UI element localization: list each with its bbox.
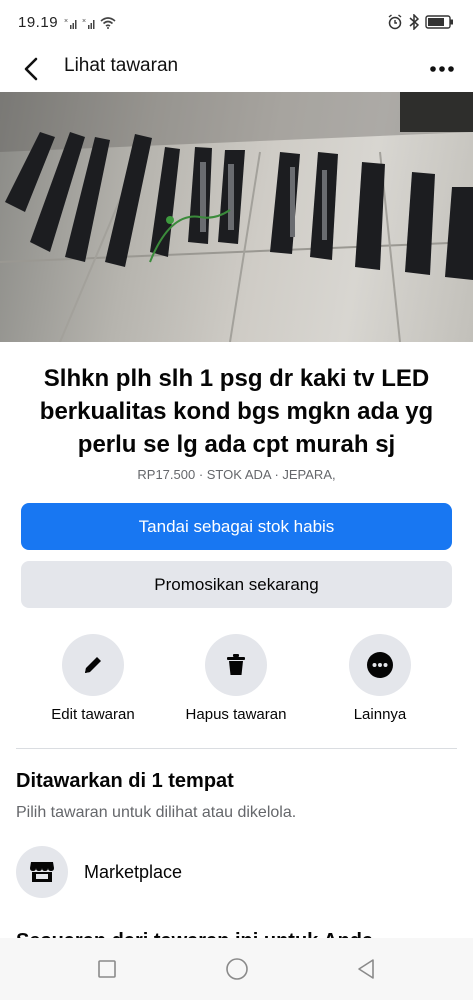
listing-photo-carousel[interactable]: [0, 92, 473, 342]
more-dots-icon: [430, 66, 454, 72]
recent-apps-button[interactable]: [92, 954, 122, 984]
page-title: Lihat tawaran: [64, 55, 179, 76]
edit-listing-action[interactable]: Edit tawaran: [18, 634, 168, 723]
system-back-button[interactable]: [351, 954, 381, 984]
edit-action-label: Edit tawaran: [51, 706, 135, 723]
pencil-icon: [85, 657, 101, 673]
sim-signal-icon: ×: [82, 18, 95, 29]
alarm-icon: [388, 14, 402, 30]
back-arrow-icon: [24, 57, 38, 81]
svg-text:×: ×: [64, 18, 68, 25]
recent-apps-icon: [98, 960, 116, 978]
listing-title: Slhkn plh slh 1 psg dr kaki tv LED berku…: [39, 365, 434, 458]
promote-now-button[interactable]: Promosikan sekarang: [21, 561, 452, 608]
more-dots-icon: [367, 652, 393, 678]
svg-text:×: ×: [82, 18, 86, 25]
status-time: 19.19: [18, 14, 59, 31]
bluetooth-icon: [409, 14, 419, 30]
home-icon: [226, 958, 248, 980]
edit-action-circle[interactable]: [62, 634, 124, 696]
home-button[interactable]: [222, 954, 252, 984]
section-divider: [16, 748, 457, 749]
system-nav-bar: [0, 938, 473, 1000]
listing-meta: RP17.500 · STOK ADA · JEPARA,: [137, 467, 336, 482]
status-right-icons: [387, 13, 455, 31]
mark-out-of-stock-label: Tandai sebagai stok habis: [138, 516, 335, 536]
back-button[interactable]: [14, 52, 48, 86]
more-actions[interactable]: Lainnya: [305, 634, 455, 723]
more-options-button[interactable]: [425, 52, 459, 86]
delete-listing-action[interactable]: Hapus tawaran: [161, 634, 311, 723]
sim-signal-icon: ×: [64, 18, 77, 29]
offered-section-subtitle: Pilih tawaran untuk dilihat atau dikelol…: [16, 804, 297, 821]
delete-action-label: Hapus tawaran: [185, 706, 287, 723]
trash-icon: [227, 654, 245, 675]
battery-icon: [425, 15, 453, 29]
status-bar: 19.19 × ×: [0, 0, 473, 44]
back-triangle-icon: [358, 959, 374, 979]
place-row-marketplace[interactable]: Marketplace: [16, 846, 457, 898]
more-action-circle[interactable]: [349, 634, 411, 696]
app-bar: Lihat tawaran: [0, 44, 473, 92]
place-icon-circle: [16, 846, 68, 898]
place-label-marketplace: Marketplace: [84, 861, 183, 882]
marketplace-shop-icon: [30, 862, 54, 882]
wifi-icon: [100, 17, 116, 29]
offered-section-title: Ditawarkan di 1 tempat: [16, 770, 234, 792]
promote-now-label: Promosikan sekarang: [154, 574, 319, 594]
mark-out-of-stock-button[interactable]: Tandai sebagai stok habis: [21, 503, 452, 550]
listing-photo: [0, 92, 473, 342]
delete-action-circle[interactable]: [205, 634, 267, 696]
more-action-label: Lainnya: [353, 706, 407, 723]
status-left-icons: × ×: [64, 15, 116, 29]
